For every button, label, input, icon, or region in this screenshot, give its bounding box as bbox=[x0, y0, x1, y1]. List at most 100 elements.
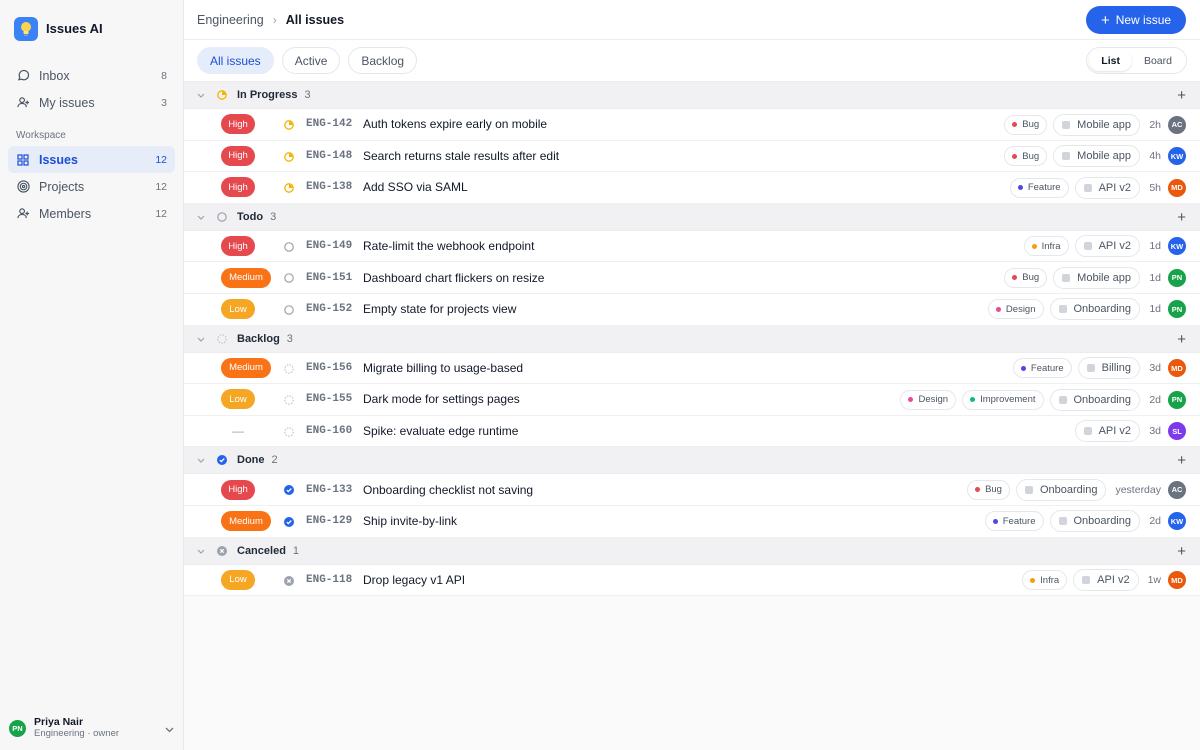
project-chip[interactable]: API v2 bbox=[1073, 569, 1139, 592]
priority-badge[interactable]: Low bbox=[221, 299, 255, 320]
project-chip[interactable]: API v2 bbox=[1074, 420, 1140, 443]
assignee-avatar[interactable]: KW bbox=[1168, 147, 1186, 166]
issue-title[interactable]: Auth tokens expire early on mobile bbox=[363, 117, 547, 131]
project-chip[interactable]: Mobile app bbox=[1053, 266, 1140, 289]
add-issue-plus-icon[interactable]: + bbox=[1177, 331, 1186, 348]
assignee-avatar[interactable]: SL bbox=[1168, 422, 1186, 441]
issue-row[interactable]: High ENG-142 Auth tokens expire early on… bbox=[184, 109, 1200, 141]
done-check-icon[interactable] bbox=[284, 485, 294, 496]
project-chip[interactable]: Onboarding bbox=[1049, 298, 1140, 321]
tab-backlog[interactable]: Backlog bbox=[348, 47, 418, 74]
in-progress-icon[interactable] bbox=[284, 120, 294, 130]
add-issue-plus-icon[interactable]: + bbox=[1177, 452, 1186, 469]
label-chip[interactable]: Bug bbox=[1004, 146, 1048, 167]
project-chip[interactable]: Mobile app bbox=[1053, 145, 1140, 168]
priority-badge[interactable]: High bbox=[221, 114, 255, 135]
priority-badge[interactable]: High bbox=[221, 236, 255, 257]
tab-all-issues[interactable]: All issues bbox=[197, 47, 274, 74]
chevron-down-icon[interactable] bbox=[197, 90, 207, 100]
priority-badge[interactable]: — bbox=[221, 421, 255, 441]
nav-item-members[interactable]: Members 12 bbox=[8, 200, 175, 227]
label-chip[interactable]: Bug bbox=[1004, 114, 1048, 135]
issue-row[interactable]: High ENG-138 Add SSO via SAML Feature AP… bbox=[184, 172, 1200, 204]
issue-title[interactable]: Dashboard chart flickers on resize bbox=[363, 271, 544, 285]
tab-active[interactable]: Active bbox=[281, 47, 341, 74]
assignee-avatar[interactable]: PN bbox=[1168, 268, 1186, 287]
issue-row[interactable]: Low ENG-118 Drop legacy v1 API Infra API… bbox=[184, 564, 1200, 597]
priority-badge[interactable]: High bbox=[221, 177, 255, 198]
issue-row[interactable]: Low ENG-155 Dark mode for settings pages… bbox=[184, 384, 1200, 416]
project-chip[interactable]: Onboarding bbox=[1015, 478, 1107, 501]
priority-badge[interactable]: Low bbox=[221, 389, 255, 410]
group-header-done[interactable]: Done 2 + bbox=[184, 447, 1200, 475]
backlog-icon[interactable] bbox=[284, 363, 294, 374]
label-chip[interactable]: Feature bbox=[1009, 177, 1069, 198]
todo-icon[interactable] bbox=[284, 241, 294, 252]
priority-badge[interactable]: Medium bbox=[221, 511, 271, 532]
nav-item-projects[interactable]: Projects 12 bbox=[8, 173, 175, 200]
issue-title[interactable]: Rate-limit the webhook endpoint bbox=[363, 239, 534, 253]
label-chip[interactable]: Feature bbox=[1012, 358, 1072, 379]
assignee-avatar[interactable]: AC bbox=[1168, 480, 1186, 499]
issue-title[interactable]: Drop legacy v1 API bbox=[363, 573, 465, 587]
chevron-down-icon[interactable] bbox=[197, 212, 207, 222]
issue-title[interactable]: Empty state for projects view bbox=[363, 302, 516, 316]
priority-badge[interactable]: Medium bbox=[221, 267, 271, 288]
label-chip[interactable]: Bug bbox=[1004, 267, 1048, 288]
add-issue-plus-icon[interactable]: + bbox=[1177, 543, 1186, 560]
breadcrumb-engineering[interactable]: Engineering bbox=[197, 13, 264, 27]
new-issue-button[interactable]: + New issue bbox=[1086, 6, 1186, 34]
label-chip[interactable]: Improvement bbox=[962, 389, 1044, 410]
issue-row[interactable]: High ENG-148 Search returns stale result… bbox=[184, 140, 1200, 173]
issue-title[interactable]: Dark mode for settings pages bbox=[363, 392, 520, 406]
user-menu[interactable]: PN Priya Nair Engineering · owner bbox=[0, 706, 183, 750]
project-chip[interactable]: API v2 bbox=[1074, 235, 1140, 258]
issue-title[interactable]: Add SSO via SAML bbox=[363, 180, 468, 194]
nav-item-my-issues[interactable]: My issues 3 bbox=[8, 89, 175, 116]
issue-row[interactable]: — ENG-160 Spike: evaluate edge runtime A… bbox=[184, 415, 1200, 448]
chevron-down-icon[interactable] bbox=[197, 334, 207, 344]
view-board-button[interactable]: Board bbox=[1132, 50, 1184, 71]
issue-row[interactable]: Medium ENG-156 Migrate billing to usage-… bbox=[184, 352, 1200, 385]
issue-row[interactable]: Low ENG-152 Empty state for projects vie… bbox=[184, 293, 1200, 326]
priority-badge[interactable]: Medium bbox=[221, 357, 271, 378]
label-chip[interactable]: Feature bbox=[984, 511, 1044, 532]
in-progress-icon[interactable] bbox=[284, 151, 294, 162]
issue-row[interactable]: Medium ENG-129 Ship invite-by-link Featu… bbox=[184, 505, 1200, 538]
nav-item-inbox[interactable]: Inbox 8 bbox=[8, 62, 175, 89]
assignee-avatar[interactable]: KW bbox=[1168, 237, 1186, 256]
issue-row[interactable]: Medium ENG-151 Dashboard chart flickers … bbox=[184, 262, 1200, 294]
add-issue-plus-icon[interactable]: + bbox=[1177, 209, 1186, 226]
assignee-avatar[interactable]: KW bbox=[1168, 512, 1186, 531]
project-chip[interactable]: Billing bbox=[1077, 357, 1140, 380]
project-chip[interactable]: API v2 bbox=[1074, 176, 1140, 199]
assignee-avatar[interactable]: PN bbox=[1168, 390, 1186, 409]
nav-item-issues[interactable]: Issues 12 bbox=[8, 146, 175, 173]
issue-title[interactable]: Onboarding checklist not saving bbox=[363, 483, 533, 497]
group-header-canceled[interactable]: Canceled 1 + bbox=[184, 537, 1200, 565]
backlog-icon[interactable] bbox=[284, 395, 294, 405]
issue-row[interactable]: High ENG-149 Rate-limit the webhook endp… bbox=[184, 230, 1200, 263]
assignee-avatar[interactable]: MD bbox=[1168, 359, 1186, 378]
issue-title[interactable]: Search returns stale results after edit bbox=[363, 149, 559, 163]
canceled-icon[interactable] bbox=[284, 575, 294, 586]
brand[interactable]: Issues AI bbox=[0, 0, 183, 54]
backlog-icon[interactable] bbox=[284, 426, 294, 437]
issue-title[interactable]: Ship invite-by-link bbox=[363, 514, 457, 528]
in-progress-icon[interactable] bbox=[284, 183, 294, 194]
priority-badge[interactable]: High bbox=[221, 145, 255, 166]
issue-title[interactable]: Migrate billing to usage-based bbox=[363, 361, 523, 375]
assignee-avatar[interactable]: MD bbox=[1168, 571, 1186, 590]
chevron-down-icon[interactable] bbox=[197, 455, 207, 465]
todo-icon[interactable] bbox=[284, 305, 294, 315]
project-chip[interactable]: Mobile app bbox=[1053, 113, 1140, 136]
group-header-in-progress[interactable]: In Progress 3 + bbox=[184, 82, 1200, 109]
group-header-todo[interactable]: Todo 3 + bbox=[184, 203, 1200, 231]
label-chip[interactable]: Infra bbox=[1023, 236, 1069, 257]
assignee-avatar[interactable]: AC bbox=[1168, 115, 1186, 134]
priority-badge[interactable]: Low bbox=[221, 569, 255, 590]
issue-title[interactable]: Spike: evaluate edge runtime bbox=[363, 424, 518, 438]
assignee-avatar[interactable]: MD bbox=[1168, 178, 1186, 197]
label-chip[interactable]: Infra bbox=[1022, 570, 1068, 591]
group-header-backlog[interactable]: Backlog 3 + bbox=[184, 325, 1200, 353]
